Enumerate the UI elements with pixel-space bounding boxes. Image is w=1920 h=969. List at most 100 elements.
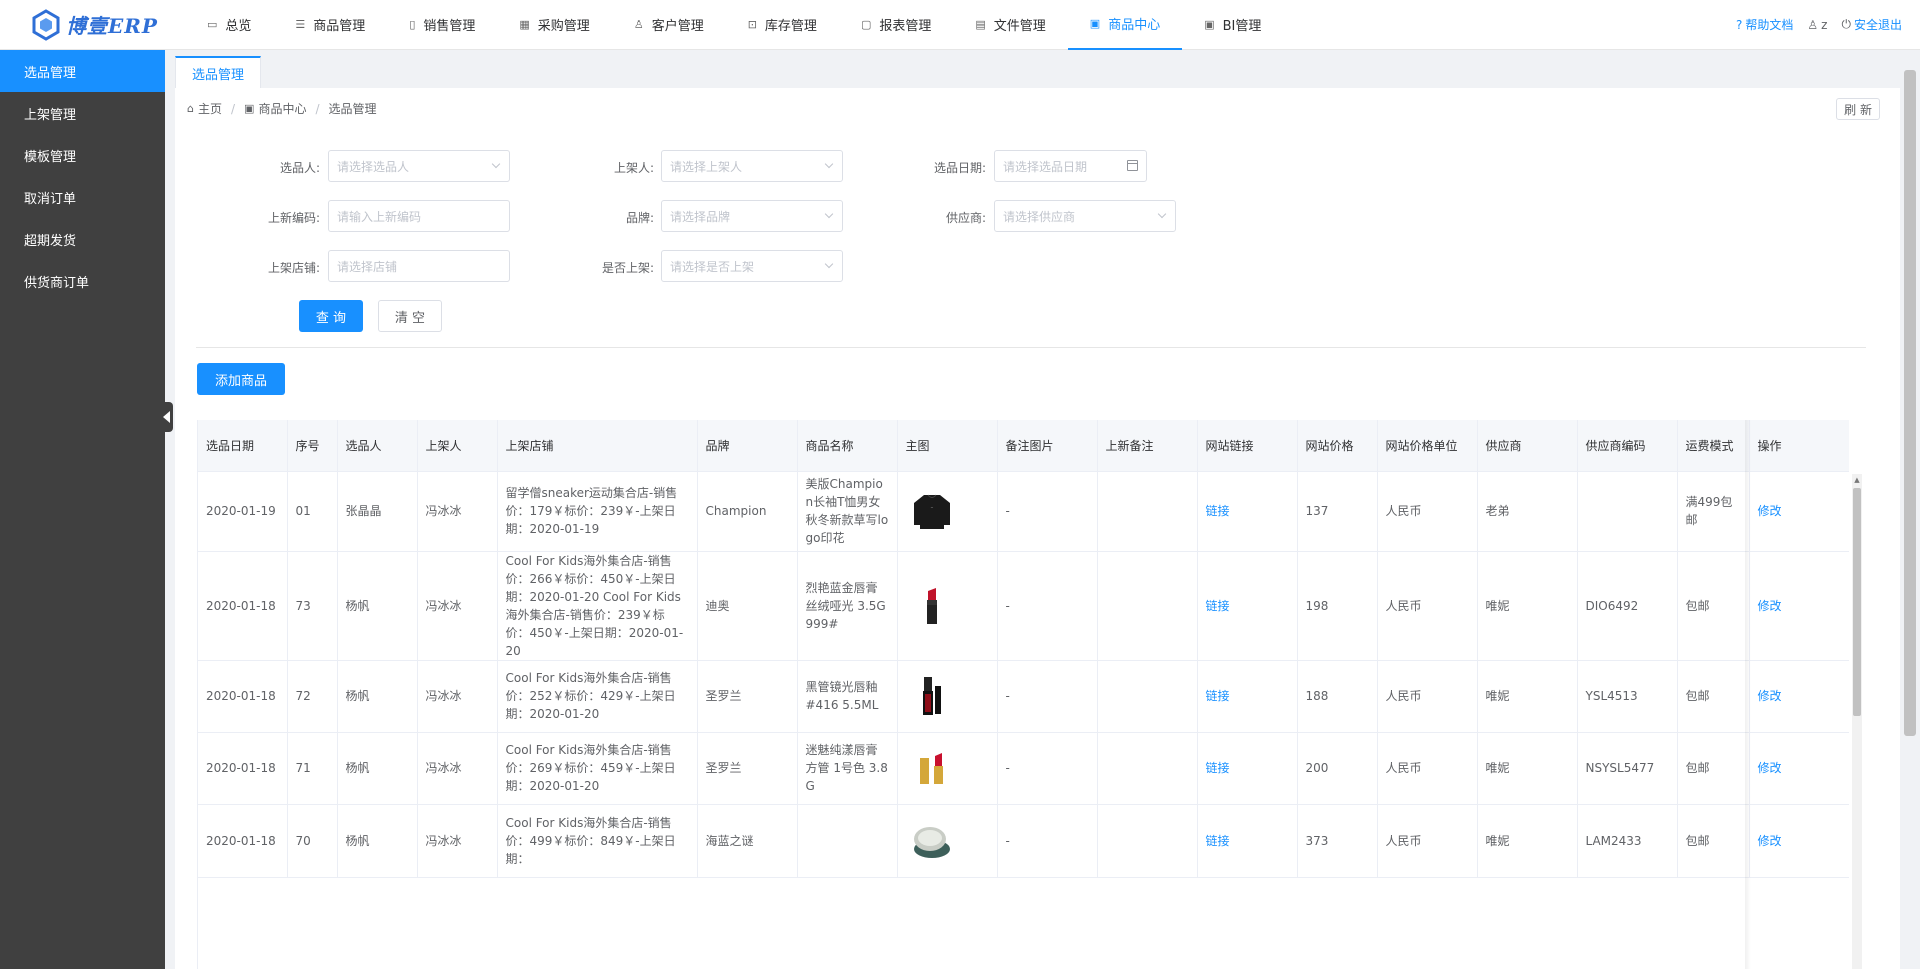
website-link[interactable]: 链接 — [1206, 504, 1230, 518]
website-link[interactable]: 链接 — [1206, 761, 1230, 775]
sidebar-collapse-toggle[interactable] — [159, 402, 173, 432]
lister-label: 上架人: — [613, 161, 654, 175]
sidebar-item-2[interactable]: 模板管理 — [0, 134, 165, 176]
product-image[interactable] — [906, 815, 958, 867]
lister-select[interactable]: 请选择上架人 — [661, 150, 843, 182]
breadcrumb-center[interactable]: 商品中心 — [258, 100, 306, 117]
logout-link[interactable]: ⏻ 安全退出 — [1841, 16, 1902, 33]
save-icon: ▯ — [409, 18, 416, 31]
edit-link[interactable]: 修改 — [1758, 599, 1782, 613]
help-link[interactable]: ? 帮助文档 — [1736, 16, 1793, 33]
nav-item-4[interactable]: ♙ 客户管理 — [612, 0, 726, 50]
cell-img — [897, 804, 998, 878]
table-scrollbar-thumb[interactable] — [1853, 488, 1861, 716]
nav-item-3[interactable]: ▦ 采购管理 — [497, 0, 611, 50]
cell-no: 72 — [287, 660, 338, 733]
edit-link[interactable]: 修改 — [1758, 834, 1782, 848]
tab-selection-management[interactable]: 选品管理 — [175, 56, 262, 88]
cell-no: 73 — [287, 551, 338, 661]
store-input[interactable]: 请选择店铺 — [328, 250, 510, 282]
logo[interactable]: 博壹ERP — [0, 0, 165, 50]
cell-selector: 杨帆 — [337, 551, 418, 661]
edit-link[interactable]: 修改 — [1758, 761, 1782, 775]
clear-button[interactable]: 清 空 — [378, 300, 442, 332]
nav-item-8[interactable]: ▣ 商品中心 — [1067, 0, 1183, 50]
product-image[interactable] — [906, 580, 958, 632]
sidebar-item-5[interactable]: 供货商订单 — [0, 260, 165, 302]
user-icon: ♙ — [633, 18, 644, 31]
edit-link[interactable]: 修改 — [1758, 504, 1782, 518]
brand-select[interactable]: 请选择品牌 — [661, 200, 843, 232]
product-image[interactable] — [906, 742, 958, 794]
selector-select[interactable]: 请选择选品人 — [328, 150, 510, 182]
top-right-links: ? 帮助文档 ♙ z ⏻ 安全退出 — [1736, 16, 1920, 33]
edit-link[interactable]: 修改 — [1758, 689, 1782, 703]
cell-brand: 圣罗兰 — [697, 660, 798, 733]
listed-label: 是否上架: — [601, 261, 654, 275]
sidebar-item-0[interactable]: 选品管理 — [0, 50, 165, 92]
cell-note — [1097, 551, 1198, 661]
cell-unit: 人民币 — [1377, 732, 1478, 805]
column-header: 上架人 — [417, 420, 498, 472]
website-link[interactable]: 链接 — [1206, 599, 1230, 613]
cell-date: 2020-01-18 — [198, 732, 288, 805]
table-row[interactable]: 2020-01-19 01 张晶晶 冯冰冰 留学僧sneaker运动集合店-销售价：17… — [198, 471, 1849, 552]
logout-label: 安全退出 — [1853, 18, 1902, 32]
sidebar-item-1[interactable]: 上架管理 — [0, 92, 165, 134]
nav-item-1[interactable]: ☰ 商品管理 — [273, 0, 387, 50]
nav-item-7[interactable]: ▤ 文件管理 — [953, 0, 1067, 50]
nav-item-5[interactable]: ⊡ 库存管理 — [726, 0, 839, 50]
product-image[interactable] — [906, 670, 958, 722]
user-menu[interactable]: ♙ z — [1807, 18, 1827, 32]
cell-shipping: 满499包邮 — [1677, 471, 1750, 552]
column-header: 供应商 — [1477, 420, 1578, 472]
cell-edit: 修改 — [1749, 804, 1849, 878]
nav-item-9[interactable]: ▣ BI管理 — [1182, 0, 1283, 50]
listed-placeholder: 请选择是否上架 — [670, 259, 755, 274]
cell-unit: 人民币 — [1377, 551, 1478, 661]
column-header: 网站价格单位 — [1377, 420, 1478, 472]
sidebar-item-4[interactable]: 超期发货 — [0, 218, 165, 260]
table-row[interactable]: 2020-01-18 72 杨帆 冯冰冰 Cool For Kids海外集合店-销售价：… — [198, 660, 1849, 733]
cell-selector: 杨帆 — [337, 804, 418, 878]
table-row[interactable]: 2020-01-18 71 杨帆 冯冰冰 Cool For Kids海外集合店-销售价：… — [198, 732, 1849, 805]
breadcrumb-home[interactable]: 主页 — [198, 100, 222, 117]
table-row[interactable]: 2020-01-18 70 杨帆 冯冰冰 Cool For Kids海外集合店-销售价：… — [198, 804, 1849, 878]
sidebar-item-3[interactable]: 取消订单 — [0, 176, 165, 218]
query-button[interactable]: 查 询 — [299, 300, 363, 332]
cell-lister: 冯冰冰 — [417, 732, 498, 805]
table-body: 2020-01-19 01 张晶晶 冯冰冰 留学僧sneaker运动集合店-销售价：17… — [198, 471, 1849, 878]
cell-img — [897, 732, 998, 805]
cell-img: ~ — [897, 471, 998, 552]
chevron-down-icon — [824, 259, 834, 269]
notebook-icon: ▤ — [975, 18, 986, 31]
table-row[interactable]: 2020-01-18 73 杨帆 冯冰冰 Cool For Kids海外集合店-销售价：… — [198, 551, 1849, 661]
cell-link: 链接 — [1197, 732, 1298, 805]
cell-lister: 冯冰冰 — [417, 551, 498, 661]
supplier-select[interactable]: 请选择供应商 — [994, 200, 1176, 232]
cell-selector: 杨帆 — [337, 732, 418, 805]
listed-select[interactable]: 请选择是否上架 — [661, 250, 843, 282]
page-scrollbar-thumb[interactable] — [1904, 70, 1916, 736]
nav-item-0[interactable]: ▭ 总览 — [185, 0, 273, 50]
website-link[interactable]: 链接 — [1206, 834, 1230, 848]
date-picker[interactable]: 请选择选品日期 — [994, 150, 1147, 182]
cell-supplier: 唯妮 — [1477, 660, 1578, 733]
nav-item-label: 报表管理 — [879, 19, 932, 34]
refresh-button[interactable]: 刷 新 — [1836, 98, 1880, 120]
nav-item-2[interactable]: ▯ 销售管理 — [387, 0, 497, 50]
cell-date: 2020-01-18 — [198, 551, 288, 661]
scroll-up-arrow-icon[interactable]: ▲ — [1852, 476, 1862, 486]
cell-shipping: 包邮 — [1677, 732, 1750, 805]
code-input[interactable]: 请输入上新编码 — [328, 200, 510, 232]
column-header: 选品人 — [337, 420, 418, 472]
nav-item-6[interactable]: ▢ 报表管理 — [839, 0, 953, 50]
cell-price: 373 — [1297, 804, 1378, 878]
cell-shipping: 包邮 — [1677, 551, 1750, 661]
product-image[interactable]: ~ — [906, 485, 958, 537]
website-link[interactable]: 链接 — [1206, 689, 1230, 703]
user-icon: ♙ — [1807, 17, 1819, 32]
add-product-button[interactable]: 添加商品 — [197, 363, 285, 395]
nav-item-label: 销售管理 — [423, 19, 476, 34]
cell-unit: 人民币 — [1377, 660, 1478, 733]
